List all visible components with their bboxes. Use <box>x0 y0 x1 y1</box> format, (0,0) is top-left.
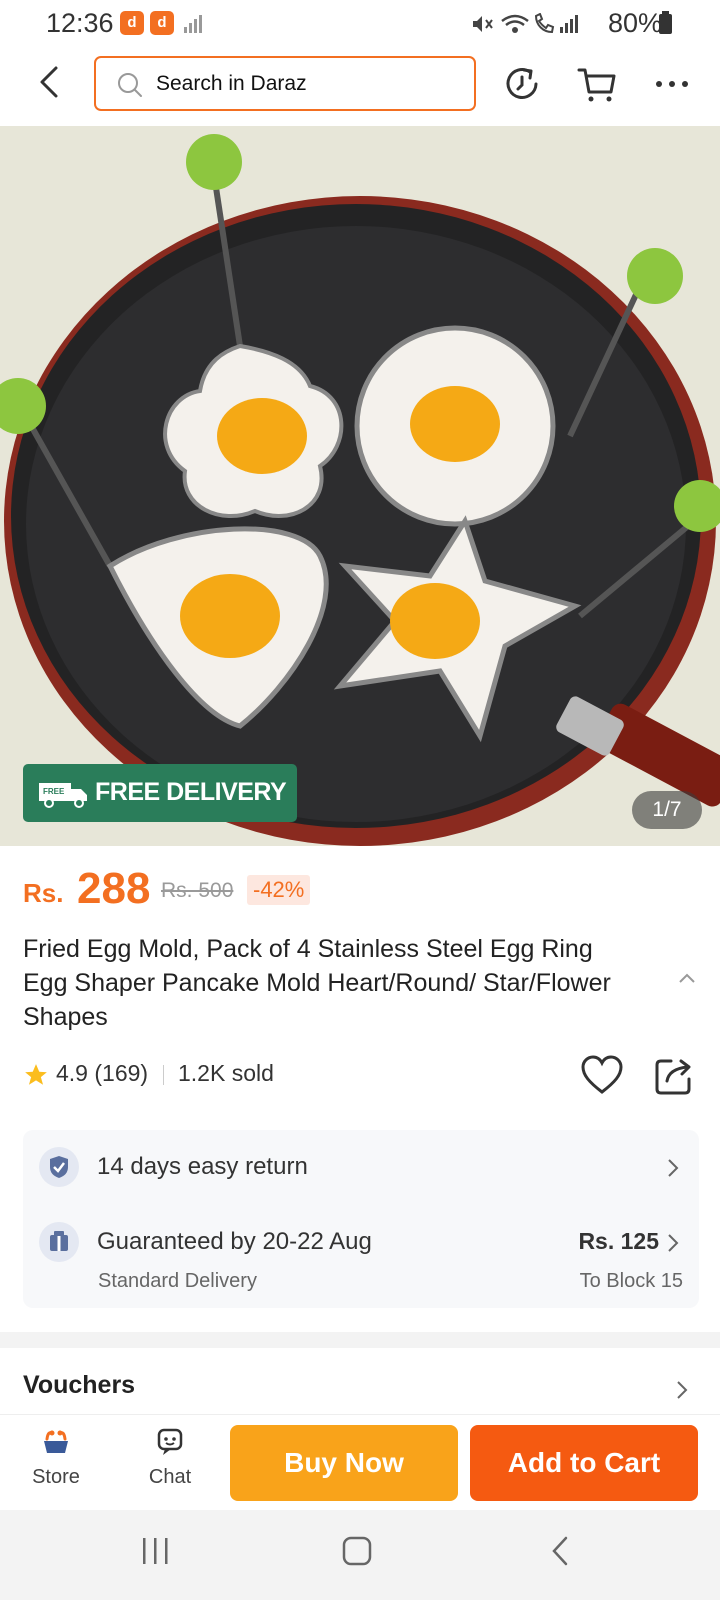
delivery-destination[interactable]: To Block 15 <box>580 1270 683 1293</box>
history-icon[interactable] <box>500 62 544 106</box>
image-counter: 1/7 <box>632 791 702 829</box>
add-to-cart-button[interactable]: Add to Cart <box>470 1425 698 1501</box>
delivery-type: Standard Delivery <box>98 1270 257 1292</box>
free-delivery-label: FREE DELIVERY <box>95 778 287 806</box>
original-price: Rs. 500 <box>161 879 234 902</box>
currency-label: Rs. <box>23 878 64 908</box>
free-delivery-badge: FREE FREE DELIVERY <box>23 764 297 822</box>
battery-percent: 80% <box>607 8 662 38</box>
rating-row: 4.9 (169) 1.2K sold <box>23 1053 703 1097</box>
delivery-guarantee-text[interactable]: Guaranteed by 20-22 Aug <box>97 1228 372 1256</box>
vouchers-heading[interactable]: Vouchers <box>23 1371 135 1400</box>
mute-icon <box>473 16 493 32</box>
star-icon <box>25 1064 47 1085</box>
search-placeholder: Search in Daraz <box>156 72 307 95</box>
chevron-right-icon[interactable] <box>667 1158 679 1178</box>
delivery-fee: Rs. 125 <box>578 1228 659 1254</box>
daraz-notification-icon: d <box>150 11 174 35</box>
round-egg <box>354 325 556 527</box>
home-icon[interactable] <box>340 1534 374 1568</box>
chat-label: Chat <box>148 1466 192 1488</box>
app-header: Search in Daraz <box>0 48 720 126</box>
sold-count: 1.2K sold <box>178 1060 274 1086</box>
heart-icon[interactable] <box>579 1053 625 1097</box>
return-shield-icon <box>39 1147 79 1187</box>
chat-button[interactable]: Chat <box>130 1427 210 1489</box>
back-nav-icon[interactable] <box>544 1534 578 1568</box>
store-label: Store <box>32 1466 80 1488</box>
current-price: 288 <box>77 864 151 913</box>
section-divider <box>0 1332 720 1348</box>
discount-badge: -42% <box>247 875 311 905</box>
delivery-truck-icon: FREE <box>39 783 87 808</box>
return-policy-text[interactable]: 14 days easy return <box>97 1153 308 1181</box>
chevron-up-icon[interactable] <box>678 972 696 984</box>
status-time: 12:36 <box>46 8 114 38</box>
truck-free-text: FREE <box>43 787 65 796</box>
buy-now-button[interactable]: Buy Now <box>230 1425 458 1501</box>
back-arrow-icon[interactable] <box>30 62 70 102</box>
divider <box>163 1065 164 1085</box>
wifi-call-icon <box>534 13 555 34</box>
chevron-right-icon[interactable] <box>667 1233 679 1253</box>
product-photo <box>0 126 720 846</box>
product-image-gallery[interactable] <box>0 126 720 846</box>
search-icon <box>118 73 142 97</box>
cart-icon[interactable] <box>576 62 620 106</box>
wifi-icon <box>501 14 529 33</box>
service-card: 14 days easy return Guaranteed by 20-22 … <box>23 1130 699 1308</box>
share-icon[interactable] <box>653 1053 695 1097</box>
system-nav-bar <box>0 1510 720 1600</box>
recent-apps-icon[interactable] <box>138 1534 172 1568</box>
daraz-notification-icon: d <box>120 11 144 35</box>
battery-icon <box>659 11 672 34</box>
product-title: Fried Egg Mold, Pack of 4 Stainless Stee… <box>23 935 611 1031</box>
price-row: Rs. 288 Rs. 500 -42% <box>23 864 703 914</box>
delivery-box-icon <box>39 1222 79 1262</box>
status-bar: 12:36 d d 80% <box>0 0 720 46</box>
chevron-right-icon[interactable] <box>676 1380 688 1400</box>
bottom-action-bar: Store Chat Buy Now Add to Cart <box>0 1414 720 1510</box>
signal-icon <box>560 15 578 33</box>
more-icon[interactable] <box>650 62 694 106</box>
store-button[interactable]: Store <box>16 1427 96 1489</box>
store-icon <box>44 1430 68 1453</box>
no-signal-icon <box>184 15 202 33</box>
rating-text[interactable]: 4.9 (169) <box>56 1060 148 1087</box>
search-input[interactable]: Search in Daraz <box>94 56 476 111</box>
chat-icon <box>157 1428 183 1455</box>
